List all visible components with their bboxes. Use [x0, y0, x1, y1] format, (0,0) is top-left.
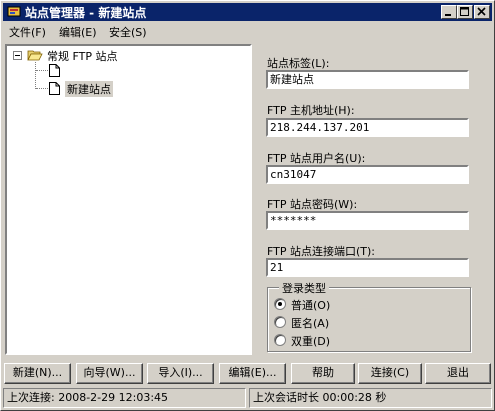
- radio-normal-label[interactable]: 普通(O): [291, 297, 330, 313]
- window-title: 站点管理器 - 新建站点: [25, 6, 147, 20]
- help-button[interactable]: 帮助: [291, 363, 355, 384]
- new-button[interactable]: 新建(N)...: [4, 363, 71, 384]
- menu-bar: 文件(F) 编辑(E) 安全(S): [3, 22, 492, 40]
- username-input[interactable]: cn31047: [266, 165, 469, 184]
- menu-security[interactable]: 安全(S): [109, 24, 147, 40]
- close-icon: [477, 7, 486, 16]
- radio-anonymous-label[interactable]: 匿名(A): [291, 315, 329, 331]
- collapse-icon[interactable]: [13, 51, 22, 60]
- import-button[interactable]: 导入(I)...: [147, 363, 214, 384]
- close-window-button[interactable]: [474, 5, 490, 19]
- status-last-connect: 上次连接: 2008-2-29 12:03:45: [3, 388, 246, 408]
- login-type-title: 登录类型: [279, 280, 329, 296]
- site-manager-window: 站点管理器 - 新建站点 文件(F) 编辑(E) 安全(S) 常规 FTP 站点: [0, 0, 495, 411]
- menu-file[interactable]: 文件(F): [9, 24, 46, 40]
- minimize-button[interactable]: [441, 5, 457, 19]
- folder-open-icon: [27, 50, 43, 61]
- status-session-length: 上次会话时长 00:00:28 秒: [249, 388, 492, 408]
- minimize-icon: [445, 14, 451, 16]
- host-label: FTP 主机地址(H):: [267, 104, 355, 117]
- port-label: FTP 站点连接端口(T):: [267, 245, 375, 258]
- site-label-input[interactable]: 新建站点: [266, 70, 469, 89]
- radio-dual[interactable]: [274, 334, 286, 346]
- close-button[interactable]: 退出: [425, 363, 491, 384]
- maximize-icon: [460, 7, 469, 16]
- radio-normal[interactable]: [274, 298, 286, 310]
- port-input[interactable]: 21: [266, 258, 469, 277]
- password-input[interactable]: *******: [266, 211, 469, 230]
- connect-button[interactable]: 连接(C): [358, 363, 422, 384]
- menu-edit[interactable]: 编辑(E): [59, 24, 97, 40]
- username-label: FTP 站点用户名(U):: [267, 152, 366, 165]
- site-label-label: 站点标签(L):: [267, 57, 330, 70]
- password-label: FTP 站点密码(W):: [267, 198, 358, 211]
- radio-dual-label[interactable]: 双重(D): [291, 333, 330, 349]
- tree-item-new-site[interactable]: 新建站点: [65, 81, 113, 97]
- title-bar[interactable]: 站点管理器 - 新建站点: [3, 3, 492, 21]
- status-bar: 上次连接: 2008-2-29 12:03:45 上次会话时长 00:00:28…: [3, 388, 492, 408]
- document-icon: [49, 82, 60, 95]
- site-tree[interactable]: 常规 FTP 站点 新建站点: [5, 44, 252, 355]
- host-input[interactable]: 218.244.137.201: [266, 118, 469, 137]
- tree-root-label[interactable]: 常规 FTP 站点: [47, 48, 117, 64]
- wizard-button[interactable]: 向导(W)...: [76, 363, 143, 384]
- document-icon: [49, 64, 60, 77]
- site-manager-icon: [7, 6, 21, 17]
- maximize-button[interactable]: [457, 5, 473, 19]
- edit-button[interactable]: 编辑(E)...: [219, 363, 286, 384]
- radio-anonymous[interactable]: [274, 316, 286, 328]
